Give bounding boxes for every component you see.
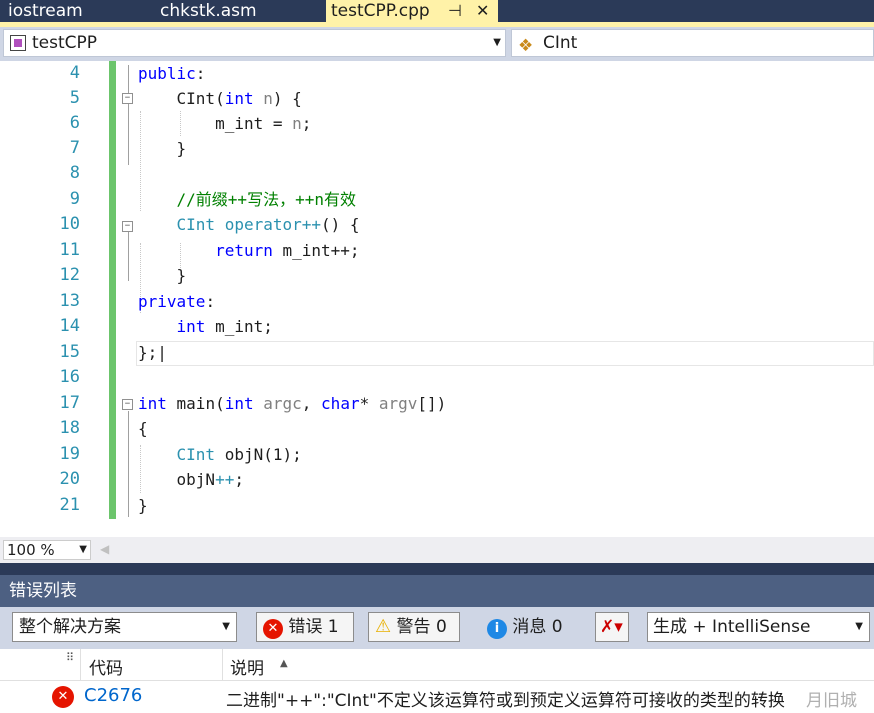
editor-status-row: 100 % ▼ ◀ [0,537,874,563]
column-header-description[interactable]: 说明 [230,654,264,679]
line-number: 21 [59,495,80,515]
watermark: 月旧城 [806,691,857,711]
line-number: 19 [59,444,80,464]
collapse-icon[interactable]: − [122,399,133,410]
code-line-20: objN++; [138,470,244,489]
chevron-down-icon[interactable]: ▼ [855,613,863,641]
line-number: 6 [69,113,80,133]
error-description: 二进制"++":"CInt"不定义该运算符或到预定义运算符可接收的类型的转换 [226,691,785,711]
code-line-19: CInt objN(1); [176,445,302,464]
project-name: testCPP [32,33,98,53]
line-number: 12 [59,265,80,285]
code-line-15: };| [138,343,167,362]
chevron-down-icon[interactable]: ▼ [222,613,230,641]
navigation-bar: testCPP ▼ ❖ CInt [0,27,874,61]
zoom-level: 100 % [7,541,55,559]
line-number: 14 [59,316,80,336]
collapse-icon[interactable]: − [122,93,133,104]
code-line-14: int m_int; [176,317,273,336]
line-number: 8 [69,163,80,183]
info-icon: i [487,619,507,639]
chevron-down-icon[interactable]: ▼ [79,541,87,559]
error-icon: ✕ [263,619,283,639]
fold-guide [128,411,129,517]
project-dropdown[interactable]: testCPP ▼ [3,29,506,57]
column-header-code[interactable]: 代码 [89,654,123,679]
chevron-down-icon[interactable]: ▼ [493,30,501,56]
code-line-7: } [138,139,187,158]
line-number: 9 [69,189,80,209]
line-number: 15 [59,342,80,362]
error-list-title: 错误列表 [0,575,874,607]
code-line-6: m_int = n; [138,114,312,133]
scope-dropdown[interactable]: 整个解决方案 ▼ [12,612,237,642]
line-number: 5 [69,88,80,108]
errors-count: 错误 1 [288,617,339,637]
member-dropdown[interactable]: ❖ CInt [511,29,874,57]
tab-label: iostream [8,1,83,21]
sort-grip-icon[interactable]: ⠿ [66,651,74,664]
errors-filter-button[interactable]: ✕ 错误 1 [256,612,354,642]
pin-icon[interactable]: ⊣ [448,0,462,22]
code-line-11: return m_int++; [215,241,360,260]
collapse-icon[interactable]: − [122,221,133,232]
error-icon: ✕ [52,686,74,708]
sort-ascending-icon: ▲ [280,658,288,669]
line-number: 7 [69,138,80,158]
line-number: 20 [59,469,80,489]
error-code-link[interactable]: C2676 [84,685,142,706]
tab-iostream[interactable]: iostream [8,0,83,22]
warnings-filter-button[interactable]: ⚠ 警告 0 [368,612,460,642]
code-line-21: } [138,496,148,515]
filter-icon: ✗▾ [600,617,623,637]
code-line-9: //前缀++写法，++n有效 [176,190,356,209]
messages-filter-button[interactable]: i 消息 0 [480,612,576,642]
tab-label: chkstk.asm [160,1,257,21]
fold-guide [128,65,129,165]
code-editor[interactable]: 4 5 6 7 8 9 10 11 12 13 14 15 16 17 18 1… [0,61,874,537]
change-tracking-bar [109,61,116,519]
document-tab-strip: iostream chkstk.asm testCPP.cpp ⊣ ✕ [0,0,874,22]
code-line-10: CInt operator++() { [176,215,360,234]
line-number: 10 [59,214,80,234]
tab-testcpp-cpp[interactable]: testCPP.cpp ⊣ ✕ [326,0,498,22]
line-number: 4 [69,63,80,83]
code-line-4: public: [138,64,206,83]
zoom-dropdown[interactable]: 100 % ▼ [3,540,91,560]
line-number: 13 [59,291,80,311]
tab-label: testCPP.cpp [331,1,430,21]
class-icon: ❖ [518,36,534,56]
code-line-17: int main(int argc, char* argv[]) [138,394,447,413]
tab-chkstk-asm[interactable]: chkstk.asm [160,0,257,22]
scroll-left-icon[interactable]: ◀ [100,542,109,556]
source-dropdown[interactable]: 生成 + IntelliSense ▼ [647,612,870,642]
member-name: CInt [543,33,578,53]
line-number: 18 [59,418,80,438]
code-line-12: } [138,266,187,285]
code-line-5: CInt(int n) { [138,89,302,108]
close-icon[interactable]: ✕ [476,0,489,22]
filter-button[interactable]: ✗▾ [595,612,629,642]
line-number: 17 [59,393,80,413]
scope-value: 整个解决方案 [19,617,121,637]
messages-count: 消息 0 [512,617,563,637]
source-value: 生成 + IntelliSense [653,617,811,637]
error-list-header: ⠿ 代码 说明 ▲ [0,649,874,681]
line-number: 11 [59,240,80,260]
current-line-highlight [136,341,874,366]
code-line-13: private: [138,292,216,311]
panel-splitter[interactable] [0,563,874,575]
line-number: 16 [59,367,80,387]
project-icon [10,35,26,51]
warning-icon: ⚠ [375,616,392,637]
error-list-toolbar: 整个解决方案 ▼ ✕ 错误 1 ⚠ 警告 0 i 消息 0 ✗▾ 生成 + In… [0,607,874,649]
line-number-gutter: 4 5 6 7 8 9 10 11 12 13 14 15 16 17 18 1… [0,61,108,537]
code-line-18: { [138,419,148,438]
warnings-count: 警告 0 [396,617,447,637]
error-row[interactable]: ✕ C2676 二进制"++":"CInt"不定义该运算符或到预定义运算符可接收… [0,681,874,713]
